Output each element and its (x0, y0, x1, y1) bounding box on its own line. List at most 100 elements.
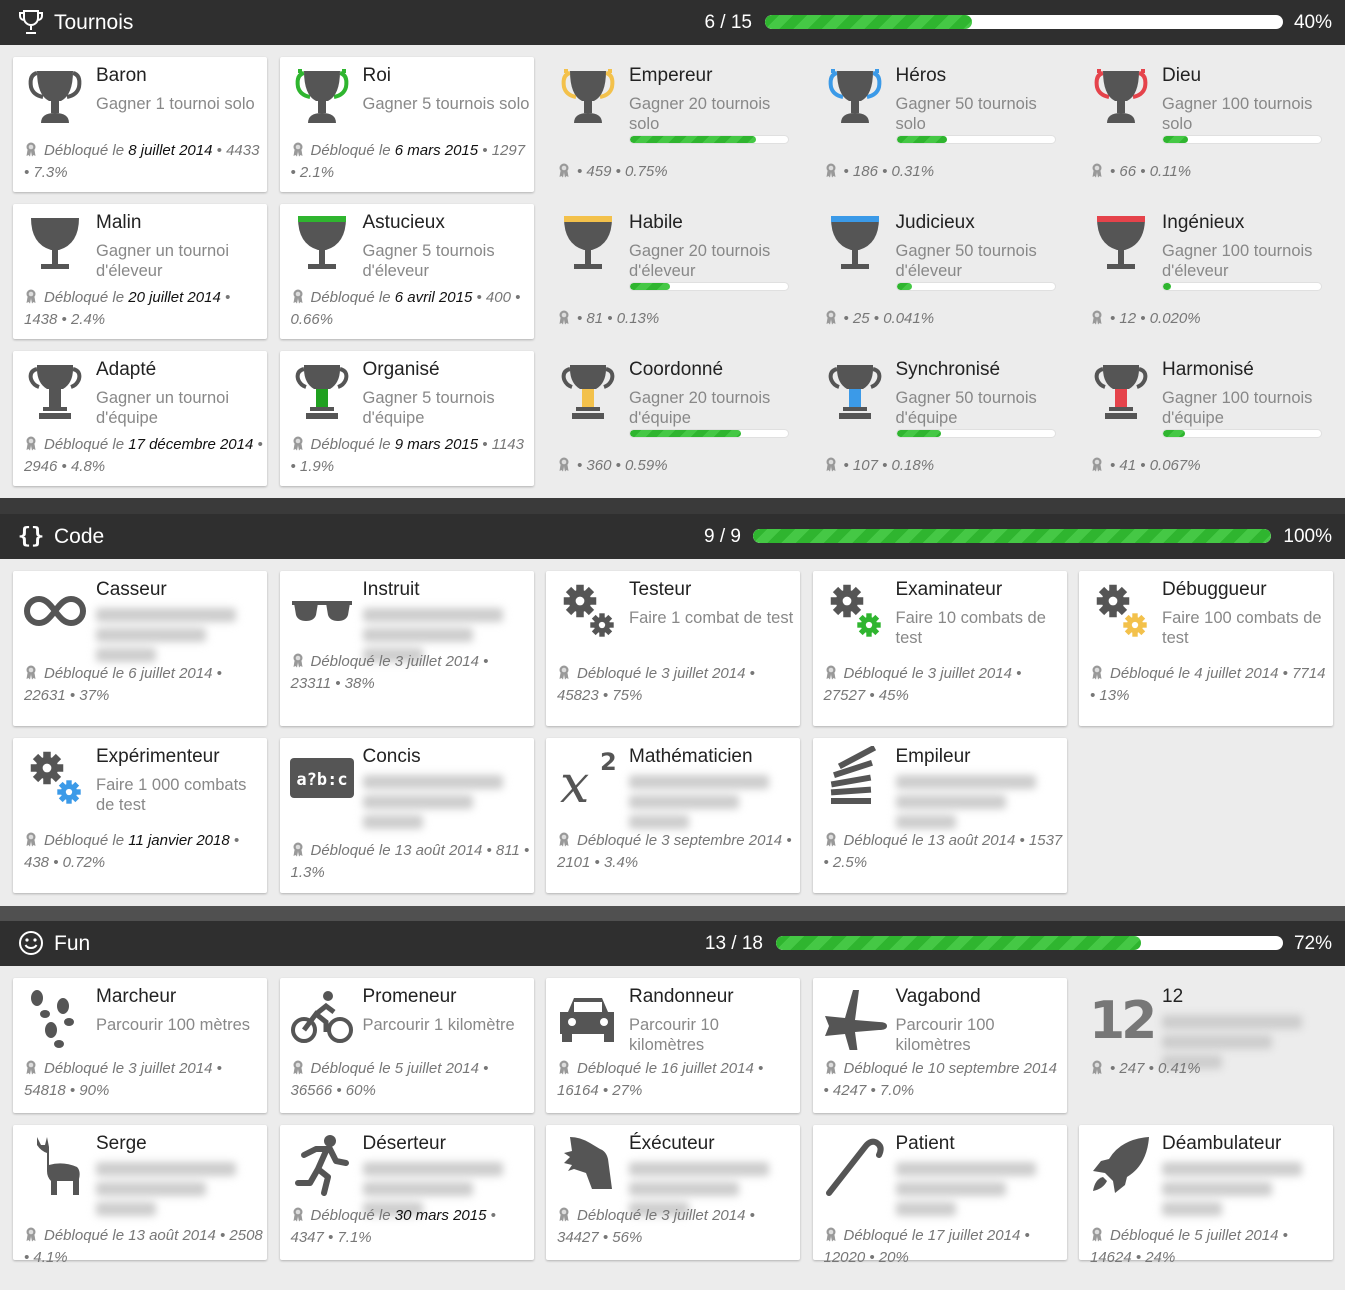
medal-icon (557, 832, 577, 849)
achievement-footer: Débloqué le 6 mars 2015 • 1297 • 2.1% (290, 142, 526, 181)
achievement-card[interactable]: Vagabond Parcourir 100 kilomètres Débloqué… (812, 978, 1067, 1113)
achievement-card[interactable]: Marcheur Parcourir 100 mètres Débloqué le … (13, 978, 267, 1113)
achievement-description: Gagner 5 tournois d'équipe (362, 389, 495, 427)
achievement-stats: 54818 • 90% (24, 1082, 110, 1099)
medal-icon (824, 665, 844, 682)
unlock-prefix: Débloqué le 16 juillet 2014 • (577, 1060, 764, 1077)
achievement-card[interactable]: Serge Débloqué le 13 août 2014 • 2508 • 4… (13, 1125, 267, 1266)
achievement-description: Gagner 50 tournois d'équipe (895, 389, 1037, 427)
achievement-card[interactable]: Roi Gagner 5 tournois solo Débloqué le 6 m… (279, 57, 534, 192)
svg-text:x: x (560, 755, 589, 810)
achievement-card[interactable]: Empileur Débloqué le 13 août 2014 • 1537 … (812, 738, 1067, 893)
achievement-card[interactable]: x 2 Mathématicien Débloqué le 3 septembre 2… (546, 738, 800, 893)
achievement-stats: 34427 • 56% (557, 1229, 643, 1246)
achievement-footer: • 360 • 0.59% (557, 455, 797, 477)
running-man-icon (290, 1133, 354, 1197)
achievement-card[interactable]: Examinateur Faire 10 combats de test Déblo… (812, 571, 1067, 726)
achievement-footer: Débloqué le 5 juillet 2014 • 36566 • 60% (291, 1058, 531, 1102)
unlock-prefix: Débloqué le 3 juillet 2014 • (843, 665, 1022, 682)
achievement-card[interactable]: Ingénieux Gagner 100 tournois d'éleveur • … (1079, 204, 1333, 339)
unlock-prefix: Débloqué le (44, 142, 125, 159)
achievement-description: Gagner 100 tournois d'équipe (1162, 389, 1313, 427)
achievement-progress-fill (630, 136, 757, 143)
achievement-card[interactable]: 12 12 • 247 • 0.41% (1079, 978, 1333, 1113)
achievement-name: Dieu (1162, 65, 1202, 86)
achievement-card[interactable]: Astucieux Gagner 5 tournois d'éleveur Débl… (279, 204, 534, 339)
executioner-boot-icon (556, 1133, 620, 1197)
achievement-description: Faire 100 combats de test (1162, 609, 1322, 647)
medal-icon (24, 1227, 44, 1244)
achievement-card[interactable]: Patient Débloqué le 17 juillet 2014 • 120… (812, 1125, 1067, 1266)
achievement-footer: Débloqué le 17 juillet 2014 • 12020 • 20… (824, 1225, 1064, 1269)
unlock-prefix: Débloqué le 13 août 2014 • (310, 842, 492, 859)
achievement-card[interactable]: Organisé Gagner 5 tournois d'équipe Débloq… (279, 351, 534, 486)
achievement-footer: Débloqué le 3 juillet 2014 • 27527 • 45% (824, 663, 1064, 707)
achievement-name: 12 (1162, 986, 1184, 1007)
trophy-icon (18, 9, 44, 35)
achievement-name: Coordonné (629, 359, 724, 380)
achievement-card[interactable]: a?b:c Concis Débloqué le 13 août 2014 • 81… (279, 738, 534, 893)
svg-text:2: 2 (600, 748, 617, 776)
achievement-name: Habile (629, 212, 683, 233)
section-header[interactable]: Fun 13 / 18 72% (0, 921, 1345, 966)
achievement-card[interactable]: Déserteur Débloqué le 30 mars 2015 • 4347… (279, 1125, 534, 1260)
achievement-card[interactable]: Adapté Gagner un tournoi d'équipe Débloqué… (13, 351, 267, 486)
achievement-card[interactable]: Coordonné Gagner 20 tournois d'équipe • 36… (546, 351, 800, 486)
achievement-description: Gagner 100 tournois d'éleveur (1162, 242, 1313, 280)
achievement-name: Casseur (96, 579, 167, 600)
section-fun: Fun 13 / 18 72% Marcheur Parcourir 100 mè… (0, 921, 1345, 1290)
achievement-footer: • 107 • 0.18% (824, 455, 1064, 477)
achievement-footer: Débloqué le 16 juillet 2014 • 16164 • 27… (557, 1058, 797, 1102)
achievement-footer: Débloqué le 13 août 2014 • 811 • 1.3% (291, 840, 531, 884)
achievement-name: Synchronisé (895, 359, 1001, 380)
medal-icon (824, 1227, 844, 1244)
achievement-stats: • 247 • 0.41% (1110, 1060, 1201, 1077)
medal-icon (24, 436, 44, 453)
achievement-description: Parcourir 1 kilomètre (362, 1016, 515, 1034)
achievement-footer: Débloqué le 11 janvier 2018 • 438 • 0.72… (24, 832, 240, 871)
achievement-progress-fill (896, 430, 941, 437)
achievement-card[interactable]: Empereur Gagner 20 tournois solo • 459 • 0… (546, 57, 800, 192)
achievement-card[interactable]: Casseur Débloqué le 6 juillet 2014 • 2263… (13, 571, 267, 726)
achievement-name: Baron (96, 65, 147, 86)
svg-text:a?b:c: a?b:c (296, 770, 347, 790)
achievement-card[interactable]: Héros Gagner 50 tournois solo • 186 • 0.31… (813, 57, 1067, 192)
section-header[interactable]: {} Code 9 / 9 100% (0, 514, 1345, 559)
achievement-footer: • 81 • 0.13% (557, 308, 797, 330)
achievement-footer: Débloqué le 13 août 2014 • 1537 • 2.5% (824, 830, 1064, 874)
medal-icon (824, 163, 844, 180)
section-header[interactable]: Tournois 6 / 15 40% (0, 0, 1345, 45)
achievement-progress (895, 282, 1056, 291)
achievement-card[interactable]: Judicieux Gagner 50 tournois d'éleveur • 2… (813, 204, 1067, 339)
braces-icon: {} (17, 523, 45, 549)
section-percent: 100% (1283, 526, 1332, 547)
achievement-card[interactable]: Éxécuteur Débloqué le 3 juillet 2014 • 34… (546, 1125, 800, 1260)
achievement-name: Éxécuteur (629, 1133, 715, 1154)
achievement-description: Gagner 20 tournois solo (629, 95, 771, 133)
achievement-stats: 23311 • 38% (290, 675, 375, 692)
section-code: {} Code 9 / 9 100% Casseur Débloqué le 6 … (0, 514, 1345, 906)
achievement-card[interactable]: Dieu Gagner 100 tournois solo • 66 • 0.11% (1079, 57, 1333, 192)
achievement-footer: • 25 • 0.041% (824, 308, 1064, 330)
achievement-card[interactable]: Instruit Débloqué le 3 juillet 2014 • 233… (279, 571, 534, 726)
achievement-card[interactable]: Testeur Faire 1 combat de test Débloqué le… (546, 571, 800, 726)
team-trophy-blue-icon (823, 359, 887, 423)
achievement-card[interactable]: Randonneur Parcourir 10 kilomètres Débloqu… (546, 978, 800, 1113)
unlock-prefix: Débloqué le 17 juillet 2014 • (843, 1227, 1030, 1244)
achievement-card[interactable]: Malin Gagner un tournoi d'éleveur Débloqué… (13, 204, 267, 339)
achievement-card[interactable]: Baron Gagner 1 tournoi solo Débloqué le 8 … (13, 57, 267, 192)
achievement-progress (629, 429, 789, 438)
achievement-footer: Débloqué le 10 septembre 2014 • 4247 • 7… (824, 1058, 1064, 1102)
trophy-red-icon (1089, 65, 1153, 129)
achievement-card[interactable]: Synchronisé Gagner 50 tournois d'équipe • … (813, 351, 1067, 486)
unlock-prefix: Débloqué le (44, 436, 125, 453)
medal-icon (1090, 457, 1110, 474)
achievement-card[interactable]: Expérimenteur Faire 1 000 combats de test… (13, 738, 267, 893)
llama-icon (23, 1133, 87, 1197)
achievement-card[interactable]: Promeneur Parcourir 1 kilomètre Débloqué l… (279, 978, 534, 1113)
achievement-card[interactable]: Déambulateur Débloqué le 5 juillet 2014 •… (1079, 1125, 1333, 1266)
achievement-card[interactable]: Débuggueur Faire 100 combats de test Déblo… (1079, 571, 1333, 726)
achievement-progress-fill (1163, 136, 1189, 143)
achievement-card[interactable]: Harmonisé Gagner 100 tournois d'équipe • 4… (1079, 351, 1333, 486)
achievement-card[interactable]: Habile Gagner 20 tournois d'éleveur • 81 •… (546, 204, 800, 339)
